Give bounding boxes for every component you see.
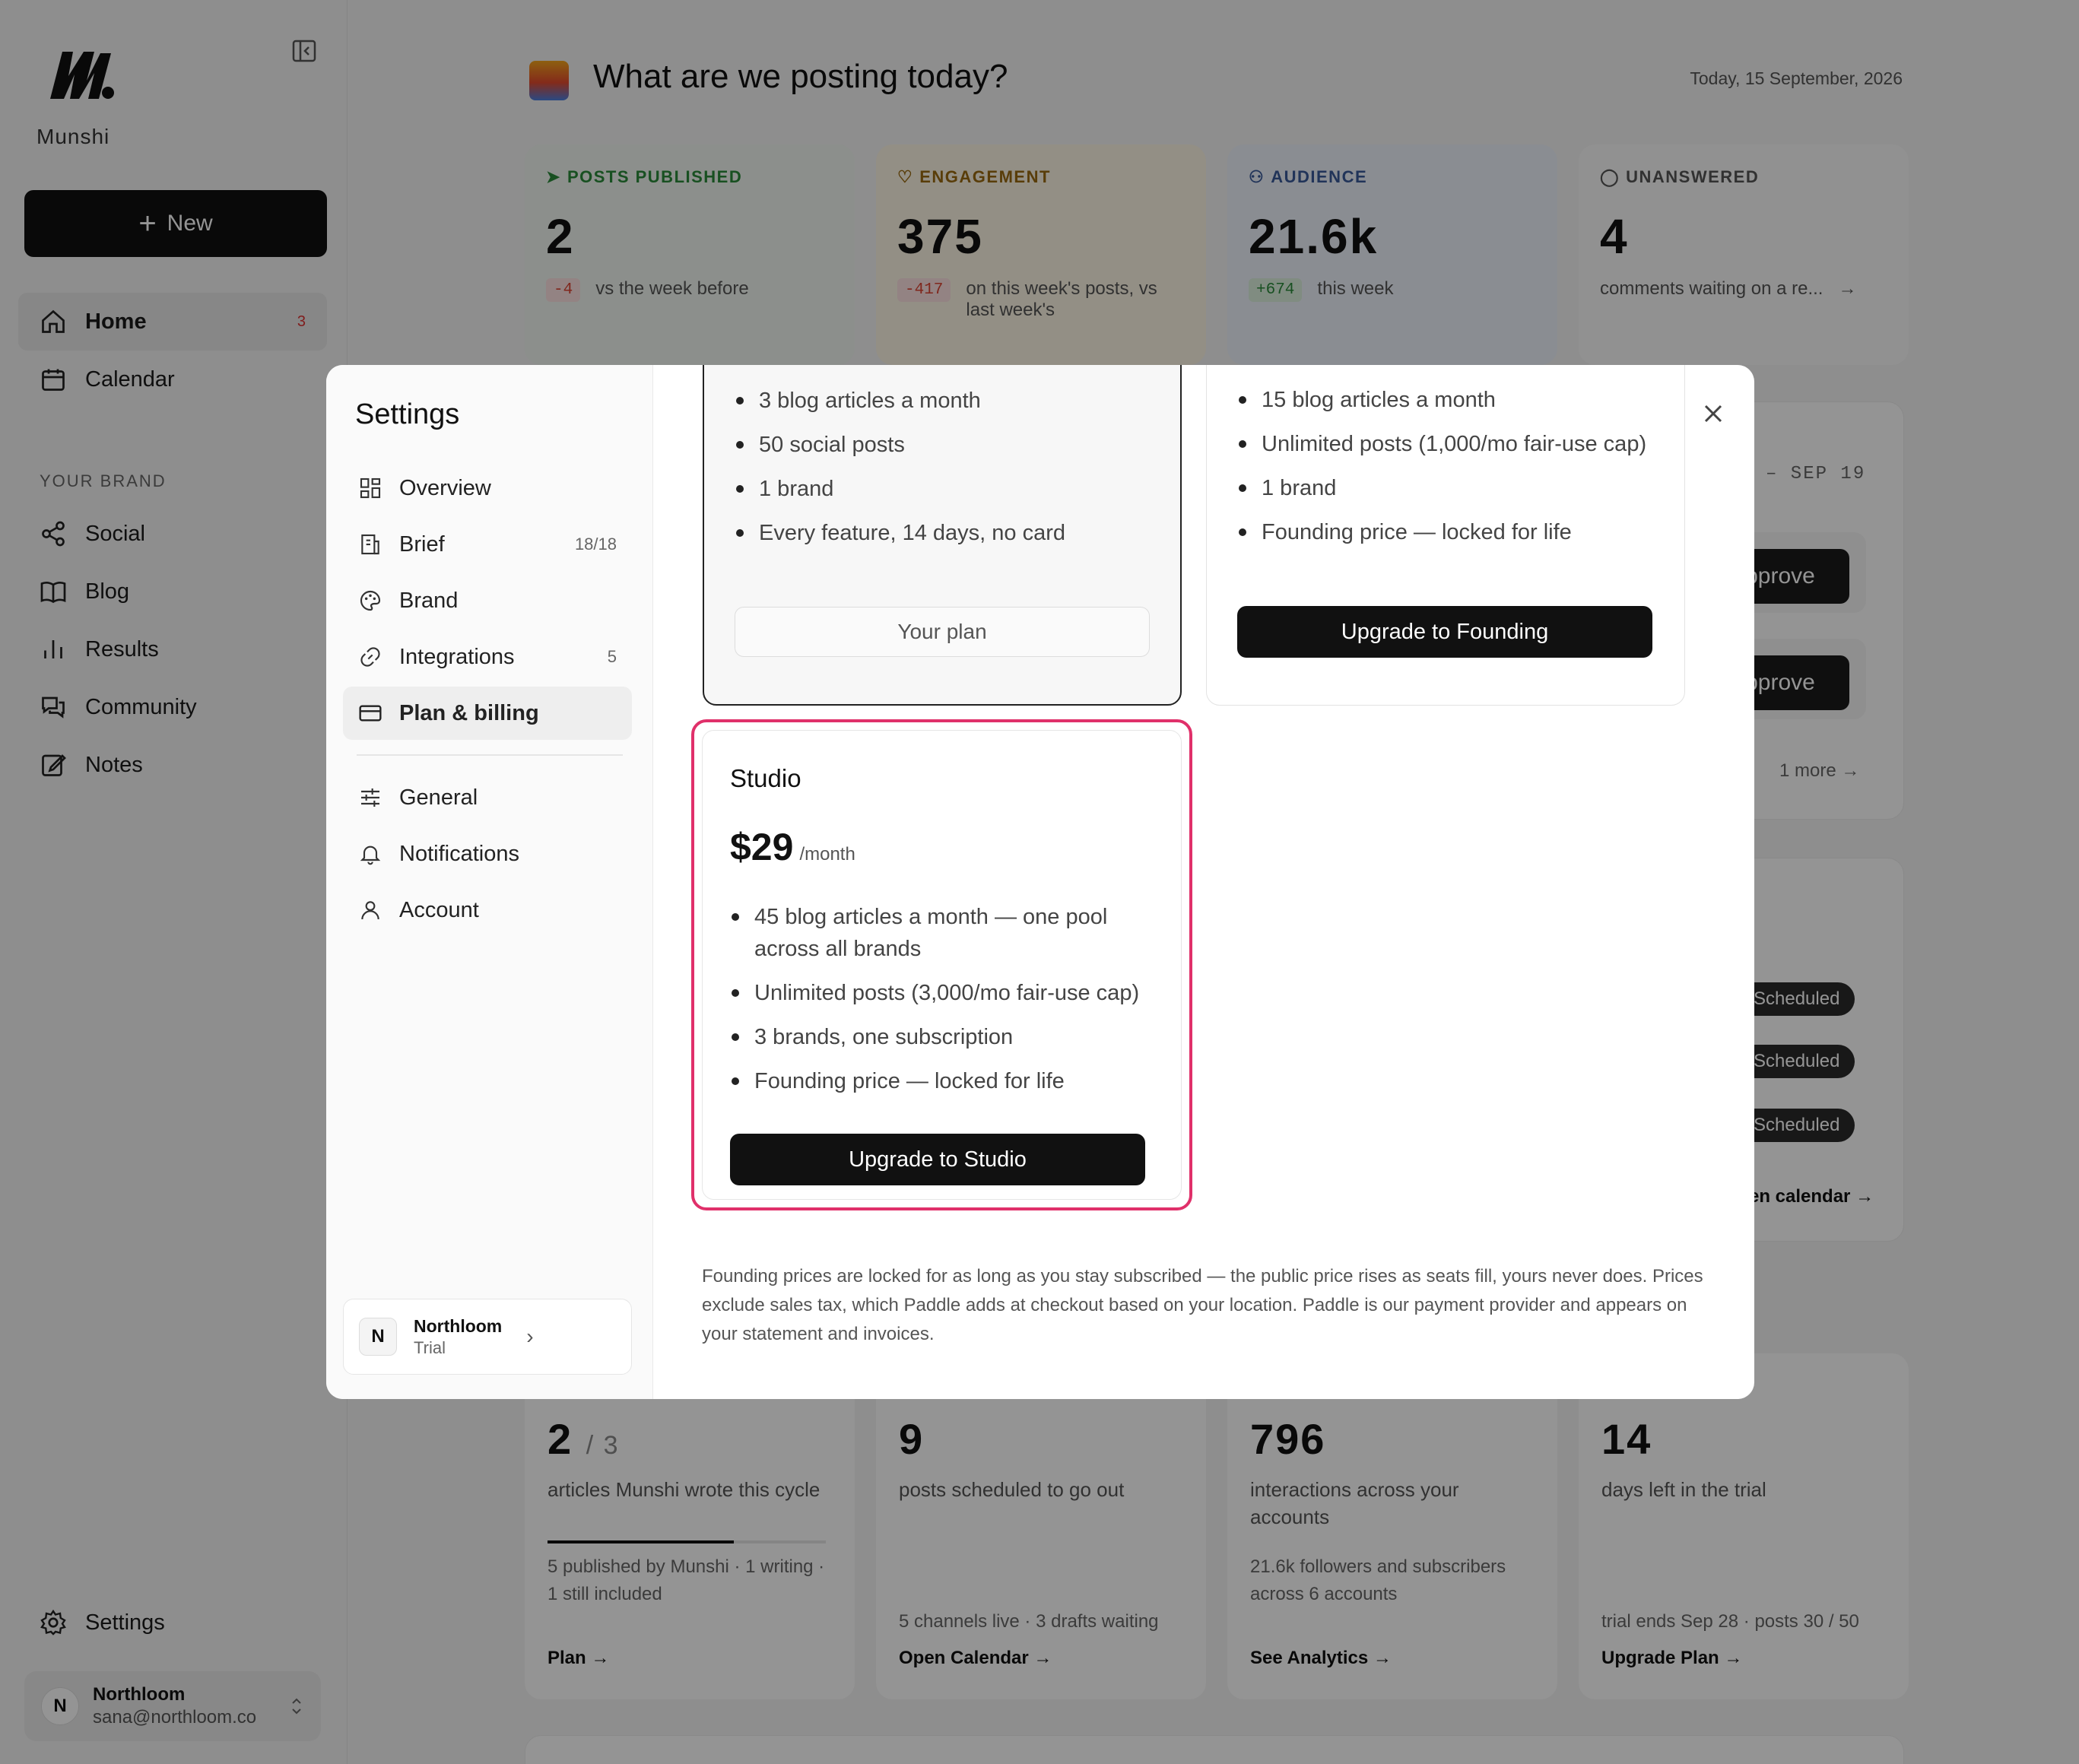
org-status: Trial (414, 1337, 446, 1357)
settings-general[interactable]: General (343, 771, 632, 824)
plan-feature: 50 social posts (735, 429, 1160, 461)
credit-card-icon (359, 705, 382, 722)
org-name: Northloom (414, 1315, 503, 1336)
close-icon[interactable] (1695, 395, 1731, 432)
settings-plan-billing[interactable]: Plan & billing (343, 687, 632, 740)
settings-account-label: Account (399, 897, 479, 922)
settings-modal: Settings Overview Brief 18/18 Brand Inte… (326, 365, 1754, 1399)
plan-feature: 1 brand (1237, 472, 1648, 504)
plan-feature: 3 blog articles a month (735, 385, 1160, 417)
settings-overview[interactable]: Overview (343, 462, 632, 515)
plan-card-founding: 15 blog articles a month Unlimited posts… (1206, 365, 1685, 706)
plan-feature: Unlimited posts (3,000/mo fair-use cap) (730, 977, 1156, 1009)
plan-feature: 45 blog articles a month — one pool acro… (730, 901, 1156, 965)
settings-brand-label: Brand (399, 588, 459, 613)
settings-overview-label: Overview (399, 475, 491, 500)
settings-menu: Settings Overview Brief 18/18 Brand Inte… (326, 365, 653, 1399)
plan-feature: Founding price — locked for life (1237, 516, 1648, 548)
settings-brief[interactable]: Brief 18/18 (343, 518, 632, 571)
plan-card-studio-highlight: Studio $29 /month 45 blog articles a mon… (691, 719, 1192, 1210)
settings-general-label: General (399, 785, 478, 810)
your-plan-button: Your plan (735, 607, 1150, 657)
plan-price: $29 (730, 826, 794, 868)
palette-icon (360, 590, 381, 611)
settings-title: Settings (355, 398, 460, 430)
settings-plan-billing-label: Plan & billing (399, 700, 539, 725)
plan-period: /month (799, 844, 855, 865)
plan-card-studio: Studio $29 /month 45 blog articles a mon… (702, 730, 1182, 1200)
settings-notifications-label: Notifications (399, 841, 519, 866)
pricing-footnote: Founding prices are locked for as long a… (702, 1266, 1703, 1344)
settings-brand[interactable]: Brand (343, 574, 632, 627)
sliders-icon (361, 788, 379, 807)
plan-feature: Every feature, 14 days, no card (735, 517, 1160, 549)
grid-icon (360, 477, 381, 499)
building-icon (361, 534, 379, 555)
settings-integrations[interactable]: Integrations 5 (343, 630, 632, 684)
integrations-count: 5 (607, 647, 617, 666)
org-avatar: N (359, 1318, 397, 1356)
plan-feature: 1 brand (735, 473, 1160, 505)
plan-feature: 3 brands, one subscription (730, 1021, 1156, 1053)
settings-brief-label: Brief (399, 531, 445, 557)
bell-icon (360, 846, 381, 865)
settings-integrations-label: Integrations (399, 644, 515, 669)
plan-feature: Unlimited posts (1,000/mo fair-use cap) (1237, 428, 1648, 460)
settings-notifications[interactable]: Notifications (343, 827, 632, 880)
upgrade-founding-button[interactable]: Upgrade to Founding (1237, 606, 1652, 658)
plan-feature: Founding price — locked for life (730, 1065, 1156, 1097)
brief-count: 18/18 (574, 535, 617, 554)
settings-account[interactable]: Account (343, 884, 632, 937)
link-icon (360, 647, 380, 667)
upgrade-studio-button[interactable]: Upgrade to Studio (730, 1134, 1145, 1185)
user-icon (361, 901, 379, 920)
plan-card-trial: 3 blog articles a month 50 social posts … (703, 365, 1182, 706)
settings-divider (357, 754, 623, 756)
plan-name: Studio (730, 764, 801, 792)
plan-feature: 15 blog articles a month (1237, 384, 1648, 416)
org-switcher[interactable]: N Northloom Trial › (343, 1299, 632, 1375)
chevron-right-icon: › (526, 1325, 534, 1348)
